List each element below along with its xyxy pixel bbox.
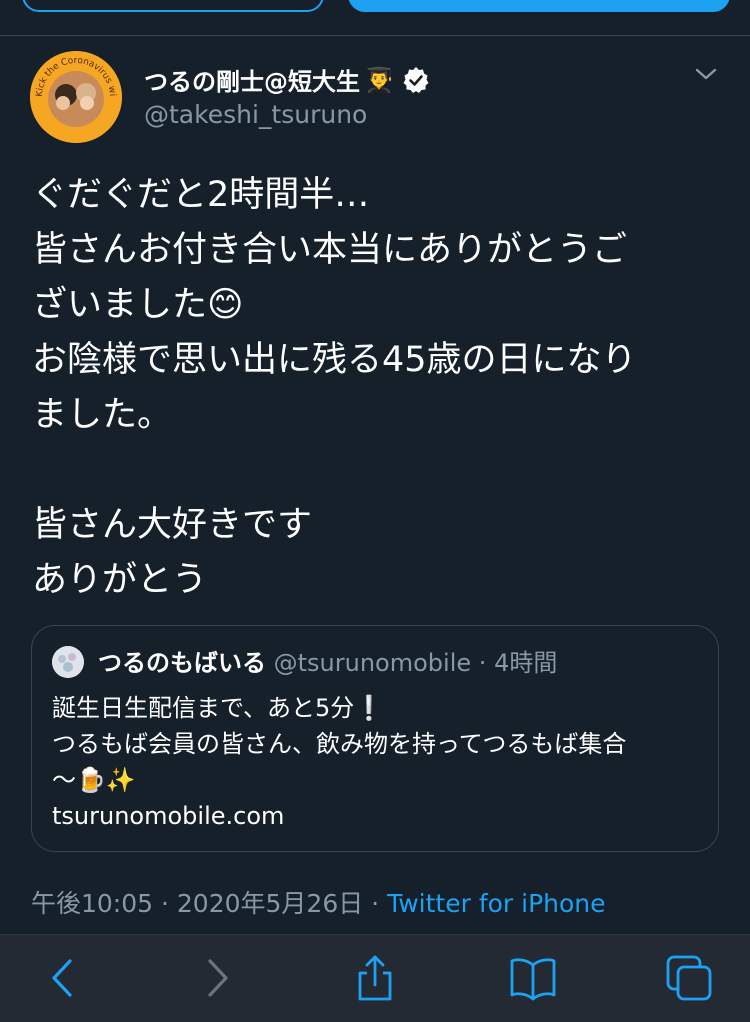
quoted-display-name: つるのもばいる: [98, 649, 266, 677]
forward-icon[interactable]: [192, 953, 242, 1003]
quoted-handle: @tsurunomobile: [273, 649, 472, 677]
bookmarks-icon[interactable]: [508, 953, 558, 1003]
quoted-time: 4時間: [494, 649, 558, 677]
primary-action-button[interactable]: [348, 0, 730, 12]
avatar[interactable]: Kick the Coronavirus with hands and smil…: [30, 51, 122, 143]
timestamp: 午後10:05 · 2020年5月26日 ·: [31, 889, 388, 918]
quoted-header: つるのもばいる @tsurunomobile · 4時間: [98, 648, 557, 678]
graduate-emoji: 👨‍🎓: [364, 65, 394, 94]
browser-toolbar: [0, 934, 750, 1022]
display-name-text: つるの剛士@短大生: [144, 68, 360, 96]
source-link[interactable]: Twitter for iPhone: [387, 889, 605, 918]
display-name[interactable]: つるの剛士@短大生 👨‍🎓: [144, 62, 430, 97]
share-icon[interactable]: [350, 953, 400, 1003]
separator-dot: ·: [478, 649, 487, 677]
quoted-text: 誕生日生配信まで、あと5分❕ つるもば会員の皆さん、飲み物を持ってつるもば集合 …: [52, 694, 627, 830]
verified-badge-icon: [402, 66, 430, 94]
tweet-meta: 午後10:05 · 2020年5月26日 · Twitter for iPhon…: [31, 884, 606, 920]
tabs-icon[interactable]: [664, 953, 714, 1003]
tweet-text: ぐだぐだと2時間半… 皆さんお付き合い本当にありがとうご ざいました😊 お陰様で…: [32, 175, 637, 600]
divider: [0, 35, 750, 36]
quoted-avatar: [52, 646, 84, 678]
user-handle[interactable]: @takeshi_tsuruno: [144, 100, 367, 129]
follow-button-outline[interactable]: [22, 0, 324, 12]
chevron-down-icon[interactable]: [694, 64, 718, 84]
back-icon[interactable]: [38, 953, 88, 1003]
quoted-tweet-card[interactable]: つるのもばいる @tsurunomobile · 4時間 誕生日生配信まで、あと…: [31, 625, 719, 852]
